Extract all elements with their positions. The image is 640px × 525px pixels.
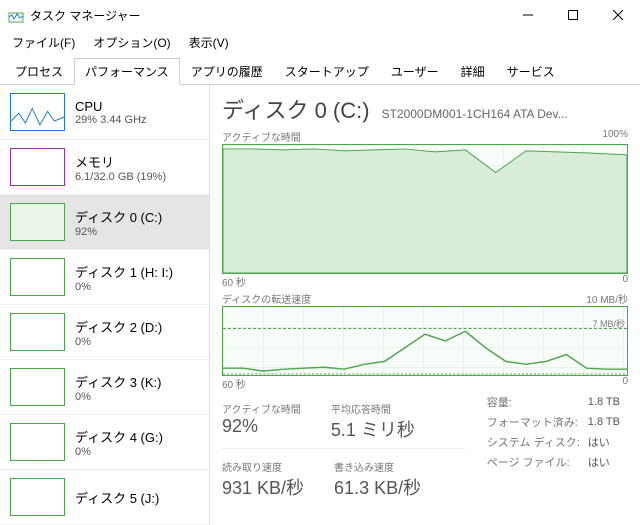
sidebar-item-value: 29% 3.44 GHz — [75, 114, 147, 126]
sidebar-item-4[interactable]: ディスク 2 (D:)0% — [0, 305, 209, 360]
stat-平均応答時間: 平均応答時間5.1 ミリ秒 — [331, 401, 415, 442]
active-time-chart — [222, 144, 628, 274]
disk-thumb-icon — [10, 478, 65, 516]
cpu-thumb-icon — [10, 93, 65, 131]
tab-6[interactable]: サービス — [496, 58, 566, 85]
main-panel: ディスク 0 (C:) ST2000DM001-1CH164 ATA Dev..… — [210, 85, 640, 525]
disk-thumb-icon — [10, 368, 65, 406]
chart1-title: アクティブな時間 — [222, 129, 301, 144]
disk-thumb-icon — [10, 258, 65, 296]
sidebar-item-name: メモリ — [75, 152, 166, 171]
menu-view[interactable]: 表示(V) — [185, 32, 233, 53]
disk-thumb-icon — [10, 423, 65, 461]
sidebar-item-name: ディスク 4 (G:) — [75, 427, 163, 446]
tab-5[interactable]: 詳細 — [450, 58, 496, 85]
sidebar-item-value: 0% — [75, 281, 173, 293]
chart1-xleft: 60 秒 — [222, 274, 246, 289]
stat-書き込み速度: 書き込み速度61.3 KB/秒 — [334, 459, 421, 500]
sidebar-item-value: 6.1/32.0 GB (19%) — [75, 171, 166, 183]
sidebar-item-value: 0% — [75, 391, 162, 403]
disk-thumb-icon — [10, 313, 65, 351]
disk-thumb-icon — [10, 203, 65, 241]
sidebar-item-6[interactable]: ディスク 4 (G:)0% — [0, 415, 209, 470]
disk-info-table: 容量:1.8 TB フォーマット済み:1.8 TB システム ディスク:はいページ … — [485, 391, 628, 473]
title-bar: タスク マネージャー — [0, 0, 640, 30]
tab-1[interactable]: パフォーマンス — [74, 58, 180, 85]
page-title: ディスク 0 (C:) — [222, 93, 370, 125]
chart2-max: 10 MB/秒 — [586, 291, 628, 306]
window-title: タスク マネージャー — [30, 7, 505, 24]
sidebar-item-7[interactable]: ディスク 5 (J:) — [0, 470, 209, 525]
chart2-xright: 0 — [622, 376, 628, 391]
info-row: システム ディスク:はい — [487, 433, 626, 451]
sidebar-item-name: ディスク 3 (K:) — [75, 372, 162, 391]
sidebar-item-5[interactable]: ディスク 3 (K:)0% — [0, 360, 209, 415]
maximize-button[interactable] — [550, 0, 595, 30]
sidebar-item-value: 0% — [75, 446, 163, 458]
sidebar-item-0[interactable]: CPU29% 3.44 GHz — [0, 85, 209, 140]
mem-thumb-icon — [10, 148, 65, 186]
sidebar-item-1[interactable]: メモリ6.1/32.0 GB (19%) — [0, 140, 209, 195]
chart2-title: ディスクの転送速度 — [222, 291, 311, 306]
tab-3[interactable]: スタートアップ — [274, 58, 380, 85]
info-row: 容量:1.8 TB — [487, 393, 626, 411]
close-button[interactable] — [595, 0, 640, 30]
info-row: ページ ファイル:はい — [487, 453, 626, 471]
sidebar: CPU29% 3.44 GHzメモリ6.1/32.0 GB (19%)ディスク … — [0, 85, 210, 525]
menu-file[interactable]: ファイル(F) — [8, 32, 79, 53]
stat-読み取り速度: 読み取り速度931 KB/秒 — [222, 459, 304, 500]
tab-4[interactable]: ユーザー — [380, 58, 450, 85]
sidebar-item-3[interactable]: ディスク 1 (H: I:)0% — [0, 250, 209, 305]
sidebar-item-name: ディスク 2 (D:) — [75, 317, 162, 336]
chart1-max: 100% — [602, 129, 628, 144]
chart1-xright: 0 — [622, 274, 628, 289]
sidebar-item-name: ディスク 5 (J:) — [75, 488, 159, 507]
device-model: ST2000DM001-1CH164 ATA Dev... — [382, 107, 568, 121]
sidebar-item-value: 92% — [75, 226, 162, 238]
sidebar-item-name: CPU — [75, 99, 147, 114]
minimize-button[interactable] — [505, 0, 550, 30]
info-row: フォーマット済み:1.8 TB — [487, 413, 626, 431]
sidebar-item-2[interactable]: ディスク 0 (C:)92% — [0, 195, 209, 250]
menu-bar: ファイル(F) オプション(O) 表示(V) — [0, 30, 640, 57]
sidebar-item-name: ディスク 0 (C:) — [75, 207, 162, 226]
menu-options[interactable]: オプション(O) — [89, 32, 174, 53]
tab-0[interactable]: プロセス — [4, 58, 74, 85]
sidebar-item-name: ディスク 1 (H: I:) — [75, 262, 173, 281]
app-icon — [8, 7, 24, 23]
chart2-xleft: 60 秒 — [222, 376, 246, 391]
stat-アクティブな時間: アクティブな時間92% — [222, 401, 301, 442]
tab-2[interactable]: アプリの履歴 — [180, 58, 274, 85]
tab-bar: プロセスパフォーマンスアプリの履歴スタートアップユーザー詳細サービス — [0, 57, 640, 85]
sidebar-item-value: 0% — [75, 336, 162, 348]
transfer-rate-chart: 7 MB/秒 — [222, 306, 628, 376]
